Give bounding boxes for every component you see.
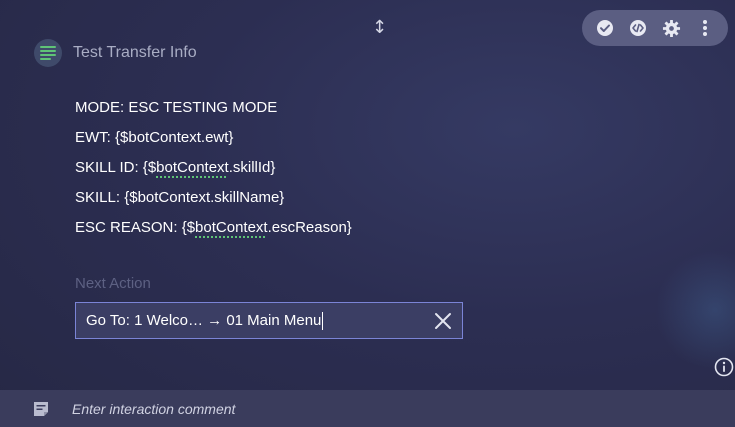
resize-handle-icon[interactable]: ↕: [372, 17, 387, 39]
message-body[interactable]: MODE: ESC TESTING MODE EWT: {$botContext…: [75, 97, 675, 247]
variable-token: botContext: [156, 159, 229, 176]
clear-icon[interactable]: [434, 312, 452, 330]
list-lines-icon: [34, 39, 62, 67]
check-circle-icon[interactable]: [592, 15, 618, 41]
gear-icon[interactable]: [659, 15, 685, 41]
text-caret: [322, 311, 324, 330]
comment-bar: [0, 390, 735, 427]
card-title: Test Transfer Info: [73, 44, 197, 61]
card-toolbar: [582, 10, 728, 46]
message-line: SKILL ID: {$botContext.skillId}: [75, 159, 276, 176]
next-action-value: Go To: 1 Welco… → 01 Main Menu: [86, 312, 322, 329]
message-line: SKILL: {$botContext.skillName}: [75, 189, 285, 206]
card-header: Test Transfer Info: [34, 39, 197, 67]
info-icon[interactable]: [714, 357, 734, 377]
next-action-label: Next Action: [75, 275, 151, 292]
more-vertical-icon[interactable]: [692, 15, 718, 41]
next-action-field[interactable]: Go To: 1 Welco… → 01 Main Menu: [75, 302, 463, 339]
note-icon: [32, 400, 50, 418]
message-line: ESC REASON: {$botContext.escReason}: [75, 219, 352, 236]
message-line: MODE: ESC TESTING MODE: [75, 99, 278, 116]
code-icon[interactable]: [625, 15, 651, 41]
variable-token: botContext: [195, 219, 268, 236]
interaction-comment-input[interactable]: [72, 396, 672, 421]
message-line: EWT: {$botContext.ewt}: [75, 129, 234, 146]
interaction-card: ↕ Test Transfer Info MODE: ESC TESTING M…: [0, 0, 735, 427]
background-glow: [655, 250, 735, 370]
